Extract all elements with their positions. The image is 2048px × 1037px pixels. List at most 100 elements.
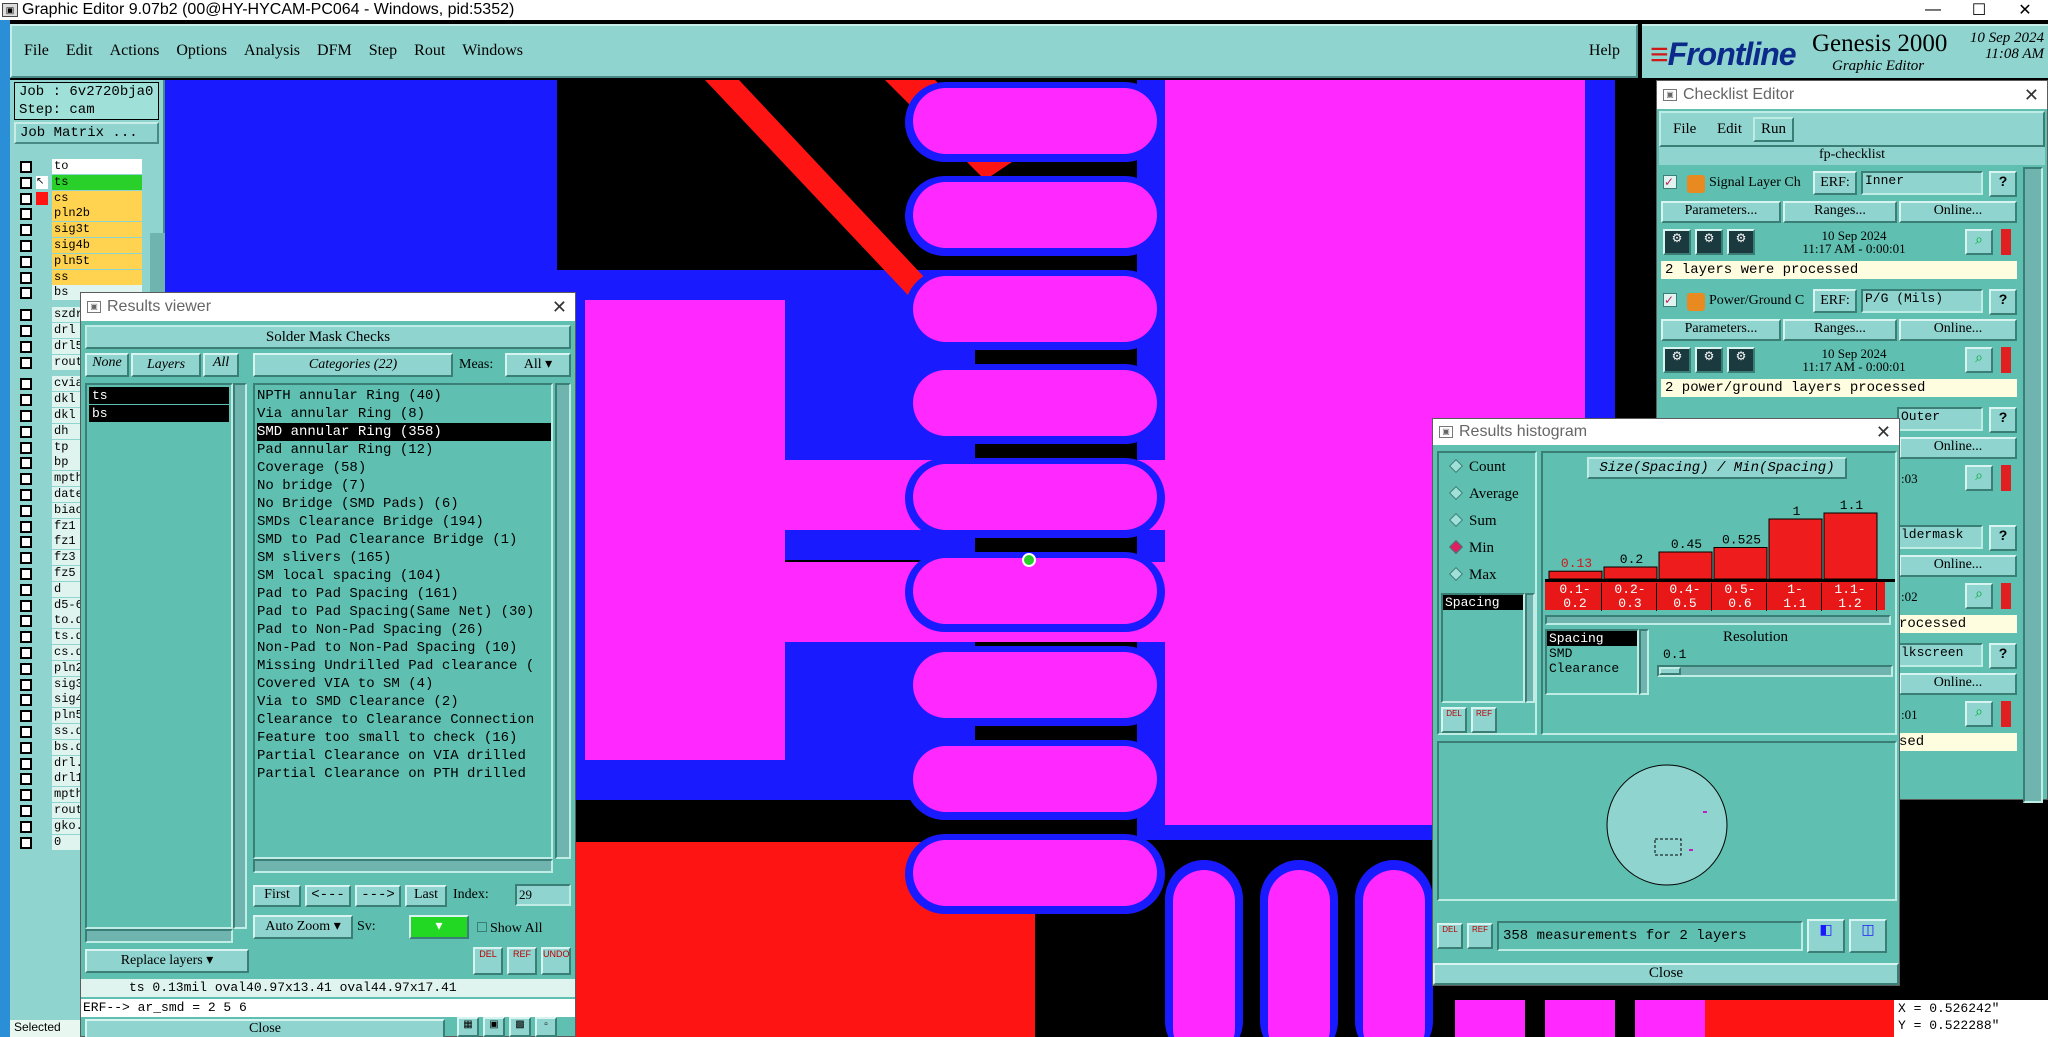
categories-button[interactable]: Categories (22) xyxy=(253,353,453,377)
layer-row[interactable]: cs xyxy=(14,190,164,206)
layer-checkbox[interactable] xyxy=(20,457,32,470)
menu-file[interactable]: File xyxy=(24,42,49,60)
zoom-result-icon[interactable]: ⌕ xyxy=(1965,583,1993,609)
layer-checkbox[interactable] xyxy=(20,255,32,268)
layer-checkbox[interactable] xyxy=(20,309,32,322)
meas-dropdown[interactable]: All ▾ xyxy=(505,353,571,377)
measure-scrollbar[interactable] xyxy=(1525,593,1535,703)
layer-row[interactable]: pln5t xyxy=(14,253,164,269)
histogram-bar[interactable] xyxy=(1713,547,1768,580)
layer-checkbox[interactable] xyxy=(20,694,32,707)
axis-list[interactable]: Spacing SMD Clearance xyxy=(1545,629,1639,695)
checklist-menu-file[interactable]: File xyxy=(1673,121,1696,138)
layer-checkbox[interactable] xyxy=(20,631,32,644)
layer-checkbox[interactable] xyxy=(20,473,32,486)
toolbar-icon-4[interactable]: ▫ xyxy=(535,1017,557,1037)
resolution-slider[interactable] xyxy=(1657,665,1893,677)
layer-checkbox[interactable] xyxy=(20,615,32,628)
menu-edit[interactable]: Edit xyxy=(66,42,93,60)
prev-button[interactable]: <--- xyxy=(305,885,351,907)
categories-hscrollbar[interactable] xyxy=(253,859,553,873)
zoom-result-icon[interactable]: ⌕ xyxy=(1965,347,1993,373)
checklist-close-icon[interactable]: ✕ xyxy=(2024,85,2039,106)
radio-max[interactable]: Max xyxy=(1448,566,1497,584)
layer-checkbox[interactable] xyxy=(20,710,32,723)
replace-layers-button[interactable]: Replace layers ▾ xyxy=(85,949,249,973)
layer-checkbox[interactable] xyxy=(20,536,32,549)
histogram-bar[interactable] xyxy=(1823,512,1878,580)
layer-checkbox[interactable] xyxy=(20,410,32,422)
category-item[interactable]: Pad to Pad Spacing(Same Net) (30) xyxy=(257,603,551,621)
radio-count[interactable]: Count xyxy=(1448,458,1506,476)
layers-list[interactable]: ts bs xyxy=(85,383,233,929)
zoom-result-icon[interactable]: ⌕ xyxy=(1965,701,1993,727)
histogram-close-button[interactable]: Close xyxy=(1433,963,1899,985)
categories-list[interactable]: NPTH annular Ring (40) Via annular Ring (… xyxy=(253,383,553,859)
category-item[interactable]: Coverage (58) xyxy=(257,459,551,477)
category-item[interactable]: SMD annular Ring (358) xyxy=(257,423,551,441)
undo-button[interactable]: UNDO xyxy=(541,947,571,975)
online-button[interactable]: Online... xyxy=(1899,319,2017,341)
axis-item-clearance[interactable]: Clearance xyxy=(1547,661,1637,676)
layer-checkbox[interactable] xyxy=(20,583,32,596)
layer-checkbox[interactable] xyxy=(20,789,32,802)
zoom-result-icon[interactable]: ⌕ xyxy=(1965,465,1993,491)
category-item[interactable]: Via annular Ring (8) xyxy=(257,405,551,423)
auto-zoom-button[interactable]: Auto Zoom ▾ xyxy=(253,915,353,939)
toolbar-icon-2[interactable]: ▣ xyxy=(483,1017,505,1037)
category-item[interactable]: SM local spacing (104) xyxy=(257,567,551,585)
menu-windows[interactable]: Windows xyxy=(462,42,523,60)
run-action-icon[interactable]: ⚙ xyxy=(1663,347,1691,373)
measure-list[interactable]: Spacing xyxy=(1441,593,1525,703)
layer-checkbox[interactable] xyxy=(20,568,32,580)
menu-step[interactable]: Step xyxy=(369,42,397,60)
ref-button[interactable]: REF xyxy=(507,947,537,975)
category-item[interactable]: Pad to Pad Spacing (161) xyxy=(257,585,551,603)
category-item[interactable]: Clearance to Clearance Connection xyxy=(257,711,551,729)
layer-checkbox[interactable] xyxy=(20,441,32,454)
layer-checkbox[interactable] xyxy=(20,647,32,659)
category-item[interactable]: Pad annular Ring (12) xyxy=(257,441,551,459)
erf-value[interactable]: lkscreen xyxy=(1897,643,1983,667)
sv-color-dropdown[interactable]: ▾ xyxy=(409,915,469,939)
layer-checkbox[interactable] xyxy=(20,599,32,612)
layer-checkbox[interactable] xyxy=(20,425,32,438)
erf-value[interactable]: ldermask xyxy=(1897,525,1983,549)
category-item[interactable]: Via to SMD Clearance (2) xyxy=(257,693,551,711)
online-button[interactable]: Online... xyxy=(1899,555,2017,577)
layer-checkbox[interactable] xyxy=(20,287,32,300)
erf-button[interactable]: ERF: xyxy=(1813,171,1857,195)
run-action-icon[interactable]: ⚙ xyxy=(1663,229,1691,255)
layer-checkbox[interactable] xyxy=(20,271,32,284)
layer-row[interactable]: ss xyxy=(14,269,164,285)
category-item[interactable]: SMD to Pad Clearance Bridge (1) xyxy=(257,531,551,549)
layers-scrollbar[interactable] xyxy=(233,383,247,929)
minimize-button[interactable]: — xyxy=(1910,1,1956,19)
layer-checkbox[interactable] xyxy=(20,340,32,353)
layer-checkbox[interactable] xyxy=(20,820,32,833)
ranges-button[interactable]: Ranges... xyxy=(1783,319,1897,341)
menu-actions[interactable]: Actions xyxy=(110,42,160,60)
layer-row[interactable]: to xyxy=(14,159,164,174)
layer-checkbox[interactable] xyxy=(20,773,32,786)
online-button[interactable]: Online... xyxy=(1899,437,2017,459)
checklist-menu-run[interactable]: Run xyxy=(1753,117,1795,142)
layers-hscrollbar[interactable] xyxy=(85,929,233,943)
last-button[interactable]: Last xyxy=(405,885,447,907)
help-button[interactable]: ? xyxy=(1989,289,2017,315)
help-button[interactable]: ? xyxy=(1989,171,2017,197)
measure-del-button[interactable]: DEL xyxy=(1441,707,1467,733)
menu-rout[interactable]: Rout xyxy=(414,42,445,60)
category-item[interactable]: Feature too small to check (16) xyxy=(257,729,551,747)
category-item[interactable]: Partial Clearance on VIA drilled xyxy=(257,747,551,765)
resolution-slider-thumb[interactable] xyxy=(1659,667,1681,675)
axis-item-smd[interactable]: SMD xyxy=(1547,646,1637,661)
layer-checkbox[interactable] xyxy=(20,836,32,849)
category-item[interactable]: NPTH annular Ring (40) xyxy=(257,387,551,405)
layer-checkbox[interactable] xyxy=(20,520,32,533)
erf-value[interactable]: Outer xyxy=(1897,407,1983,431)
results-viewer-close-button[interactable]: Close xyxy=(85,1019,445,1037)
layer-checkbox[interactable] xyxy=(20,805,32,817)
category-item[interactable]: Non-Pad to Non-Pad Spacing (10) xyxy=(257,639,551,657)
categories-scrollbar[interactable] xyxy=(555,383,571,859)
